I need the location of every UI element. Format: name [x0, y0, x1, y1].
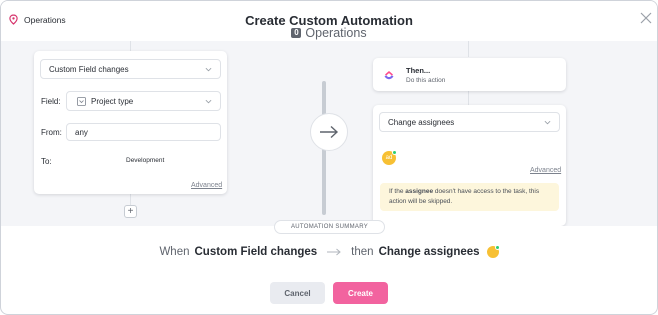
- clickup-logo-icon: [384, 71, 394, 80]
- assignee-warning: If the assignee doesn't have access to t…: [380, 183, 559, 211]
- arrow-right-icon: [327, 248, 341, 256]
- connector-line: [130, 193, 131, 205]
- modal-header: Operations Create Custom Automation 0 Op…: [1, 1, 657, 41]
- chevron-down-icon: [205, 67, 212, 72]
- action-advanced-link[interactable]: Advanced: [530, 167, 561, 174]
- online-status-dot: [494, 245, 500, 250]
- action-header-title: Then...: [406, 66, 431, 75]
- online-status-dot: [392, 150, 397, 155]
- close-icon[interactable]: [639, 11, 653, 25]
- cancel-button[interactable]: Cancel: [270, 282, 325, 304]
- avatar-initials: ad: [385, 155, 393, 161]
- flow-arrow: [310, 113, 348, 151]
- summary-trigger: Custom Field changes: [194, 246, 318, 258]
- from-input-value: any: [75, 127, 88, 137]
- operations-label: Operations: [305, 26, 367, 40]
- trigger-advanced-link[interactable]: Advanced: [191, 182, 222, 189]
- automation-summary: When Custom Field changes then Change as…: [1, 245, 657, 258]
- from-input[interactable]: any: [66, 123, 221, 141]
- add-step-button[interactable]: +: [124, 205, 137, 218]
- operations-counter: 0 Operations: [1, 26, 657, 40]
- action-card: Change assignees ad Advanced If the assi…: [373, 105, 566, 226]
- assignee-avatar[interactable]: ad: [382, 150, 397, 165]
- field-select-value: Project type: [91, 96, 134, 106]
- warning-text: If the: [389, 188, 406, 195]
- chevron-down-icon: [544, 120, 551, 125]
- create-button[interactable]: Create: [333, 282, 388, 304]
- to-label: To:: [41, 157, 52, 166]
- automation-modal: Operations Create Custom Automation 0 Op…: [0, 0, 658, 315]
- trigger-card: Custom Field changes Field: Project type…: [34, 51, 227, 194]
- warning-bold-text: assignee: [405, 188, 434, 195]
- action-header-subtitle: Do this action: [406, 77, 446, 84]
- action-header-card: Then... Do this action: [373, 58, 566, 91]
- operations-count-badge: 0: [291, 28, 302, 38]
- summary-then: then: [351, 246, 374, 258]
- summary-when: When: [159, 246, 190, 258]
- chevron-down-icon: [205, 99, 212, 104]
- trigger-select-value: Custom Field changes: [49, 64, 129, 74]
- action-select-value: Change assignees: [388, 117, 455, 127]
- trigger-select[interactable]: Custom Field changes: [40, 59, 221, 79]
- to-value[interactable]: Development: [126, 157, 164, 164]
- automation-summary-tag: AUTOMATION SUMMARY: [274, 220, 385, 234]
- connector-line: [468, 41, 469, 57]
- connector-line: [468, 91, 469, 105]
- from-label: From:: [41, 128, 62, 137]
- action-select[interactable]: Change assignees: [379, 112, 560, 132]
- summary-avatar: [486, 245, 500, 258]
- dropdown-field-icon: [77, 96, 86, 106]
- automation-canvas: Custom Field changes Field: Project type…: [1, 41, 657, 226]
- field-label: Field:: [41, 97, 61, 106]
- arrow-right-icon: [320, 125, 339, 139]
- summary-action: Change assignees: [378, 246, 480, 258]
- connector-line: [130, 41, 131, 51]
- field-select[interactable]: Project type: [66, 91, 221, 111]
